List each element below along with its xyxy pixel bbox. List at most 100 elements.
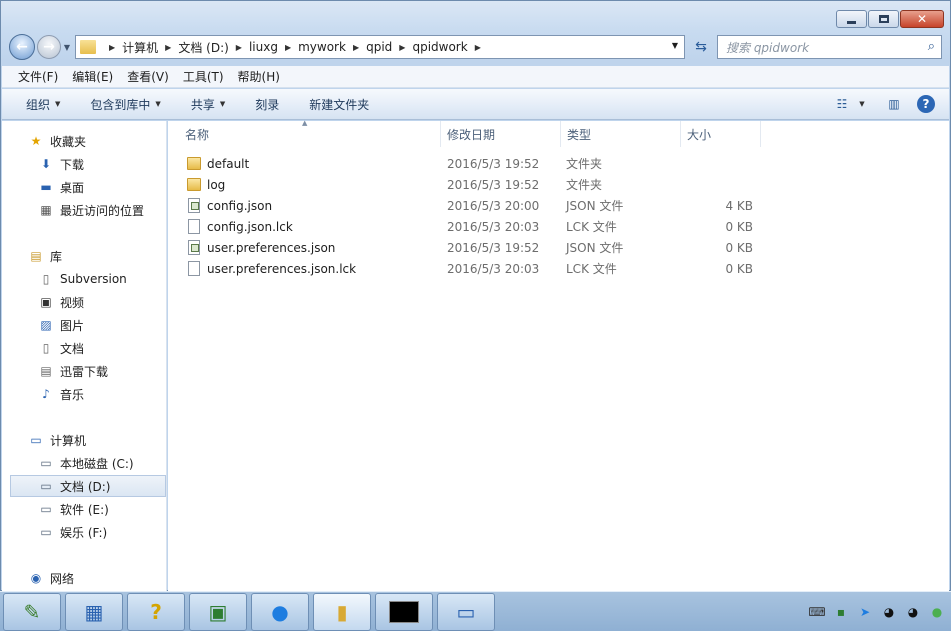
taskbar-network[interactable]: ▭ (437, 592, 495, 631)
table-row[interactable]: user.preferences.json 2016/5/3 19:52 JSO… (168, 237, 768, 258)
menu-tools[interactable]: 工具(T) (183, 68, 224, 85)
back-button[interactable]: ← (9, 34, 35, 60)
menu-file[interactable]: 文件(F) (18, 68, 58, 85)
qq-icon[interactable]: ◕ (905, 604, 921, 620)
search-icon[interactable]: ⌕ (928, 39, 935, 54)
help-icon[interactable]: ? (917, 95, 935, 113)
forward-arrow-icon: → (43, 39, 55, 55)
table-row[interactable]: default 2016/5/3 19:52 文件夹 (168, 153, 768, 174)
nav-item-pictures[interactable]: ▨ 图片 (2, 314, 166, 336)
column-header-name[interactable]: ▲ 名称 (168, 119, 441, 147)
history-dropdown[interactable]: ▼ (61, 43, 73, 52)
nav-network-label: 网络 (50, 571, 75, 586)
organize-button[interactable]: 组织 ▼ (26, 96, 60, 113)
table-row[interactable]: config.json.lck 2016/5/3 20:03 LCK 文件 0 … (168, 216, 768, 237)
file-date: 2016/5/3 19:52 (447, 156, 540, 171)
breadcrumb-item[interactable]: qpidwork (412, 40, 467, 54)
minimize-icon (847, 20, 856, 24)
green-circle-icon[interactable]: ● (929, 604, 945, 620)
view-options-icon[interactable]: ☷ (833, 95, 851, 113)
nav-computer[interactable]: ▭ 计算机 (2, 429, 166, 451)
folder-icon (187, 157, 201, 171)
breadcrumb-separator-icon[interactable]: ▶ (236, 43, 242, 52)
nav-network[interactable]: ◉ 网络 (2, 567, 166, 589)
preview-pane-icon[interactable]: ▥ (885, 95, 903, 113)
nav-item-videos[interactable]: ▣ 视频 (2, 291, 166, 313)
column-header-size[interactable]: 大小 (681, 121, 761, 147)
nav-libraries[interactable]: ▤ 库 (2, 245, 166, 267)
breadcrumb-separator-icon[interactable]: ▶ (353, 43, 359, 52)
file-icon (187, 261, 201, 276)
chevron-down-icon[interactable]: ▼ (853, 95, 871, 113)
nav-item-recent[interactable]: ▦ 最近访问的位置 (2, 199, 166, 221)
breadcrumb-separator-icon[interactable]: ▶ (285, 43, 291, 52)
breadcrumb-separator-icon[interactable]: ▶ (165, 43, 171, 52)
nav-item-label: 桌面 (60, 180, 85, 195)
music-icon: ♪ (42, 387, 50, 401)
menu-help[interactable]: 帮助(H) (238, 68, 280, 85)
maximize-button[interactable] (868, 10, 899, 28)
folder-icon (187, 178, 201, 192)
nav-item-music[interactable]: ♪ 音乐 (2, 383, 166, 405)
close-icon: ✕ (916, 12, 928, 26)
breadcrumb-item[interactable]: mywork (298, 40, 346, 54)
burn-button[interactable]: 刻录 (255, 96, 279, 113)
menu-edit[interactable]: 编辑(E) (72, 68, 113, 85)
share-button[interactable]: 共享 ▼ (191, 96, 225, 113)
address-bar[interactable]: ▶ 计算机 ▶ 文档 (D:) ▶ liuxg ▶ mywork ▶ qpid … (75, 35, 685, 59)
taskbar-explorer[interactable]: ▮ (313, 592, 371, 631)
table-row[interactable]: user.preferences.json.lck 2016/5/3 20:03… (168, 258, 768, 279)
chevron-down-icon: ▼ (55, 100, 61, 108)
column-header-type[interactable]: 类型 (561, 121, 681, 147)
nav-item-desktop[interactable]: ▬ 桌面 (2, 176, 166, 198)
taskbar-monitor[interactable]: ▣ (189, 592, 247, 631)
file-list: ▲ 名称 修改日期 类型 大小 default 2016/5/3 19:52 文件… (168, 119, 949, 591)
include-in-library-button[interactable]: 包含到库中 ▼ (90, 96, 160, 113)
taskbar-feishu[interactable]: ● (251, 592, 309, 631)
breadcrumb-separator-icon[interactable]: ▶ (399, 43, 405, 52)
nav-item-label: 最近访问的位置 (60, 203, 145, 218)
breadcrumb-item[interactable]: 计算机 (122, 39, 158, 56)
nav-item-downloads[interactable]: ⬇ 下载 (2, 153, 166, 175)
nav-favorites[interactable]: ★ 收藏夹 (2, 130, 166, 152)
menu-view[interactable]: 查看(V) (127, 68, 169, 85)
view-controls: ☷ ▼ ▥ ? (819, 95, 935, 113)
close-button[interactable]: ✕ (900, 10, 944, 28)
feishu-tray-icon[interactable]: ➤ (857, 604, 873, 620)
taskbar-notepad[interactable]: ✎ (3, 592, 61, 631)
nav-item-documents[interactable]: ▯ 文档 (2, 337, 166, 359)
breadcrumb-separator-icon[interactable]: ▶ (475, 43, 481, 52)
nav-item-drive-e[interactable]: ▭ 软件 (E:) (2, 498, 166, 520)
forward-button[interactable]: → (37, 35, 61, 59)
document-library-icon: ▯ (42, 272, 50, 286)
file-name: config.json.lck (207, 219, 293, 234)
explorer-icon: ▮ (336, 599, 348, 624)
nav-item-drive-f[interactable]: ▭ 娱乐 (F:) (2, 521, 166, 543)
nav-item-drive-c[interactable]: ▭ 本地磁盘 (C:) (2, 452, 166, 474)
address-dropdown-icon[interactable]: ▼ (672, 41, 678, 50)
nav-item-label: Subversion (60, 272, 127, 286)
file-icon (187, 219, 201, 234)
qq-icon[interactable]: ◕ (881, 604, 897, 620)
search-input[interactable]: 搜索 qpidwork ⌕ (717, 35, 942, 59)
file-name: log (207, 177, 226, 192)
table-row[interactable]: config.json 2016/5/3 20:00 JSON 文件 4 KB (168, 195, 768, 216)
keyboard-icon[interactable]: ⌨ (808, 604, 825, 620)
nav-item-subversion[interactable]: ▯ Subversion (2, 268, 166, 290)
breadcrumb-item[interactable]: qpid (366, 40, 392, 54)
breadcrumb-separator-icon[interactable]: ▶ (109, 43, 115, 52)
taskbar-control-panel[interactable]: ▦ (65, 592, 123, 631)
refresh-button[interactable]: ⇆ (689, 35, 713, 59)
table-row[interactable]: log 2016/5/3 19:52 文件夹 (168, 174, 768, 195)
taskbar-help[interactable]: ? (127, 592, 185, 631)
green-app-icon[interactable]: ▪ (833, 604, 849, 620)
taskbar-cmd[interactable] (375, 592, 433, 631)
nav-item-drive-d[interactable]: ▭ 文档 (D:) (10, 475, 166, 497)
new-folder-button[interactable]: 新建文件夹 (309, 96, 369, 113)
minimize-button[interactable] (836, 10, 867, 28)
breadcrumb-item[interactable]: 文档 (D:) (178, 39, 228, 56)
column-header-date[interactable]: 修改日期 (441, 121, 561, 147)
nav-item-xunlei[interactable]: ▤ 迅雷下载 (2, 360, 166, 382)
breadcrumb-item[interactable]: liuxg (249, 40, 278, 54)
help-icon: ? (150, 599, 162, 624)
